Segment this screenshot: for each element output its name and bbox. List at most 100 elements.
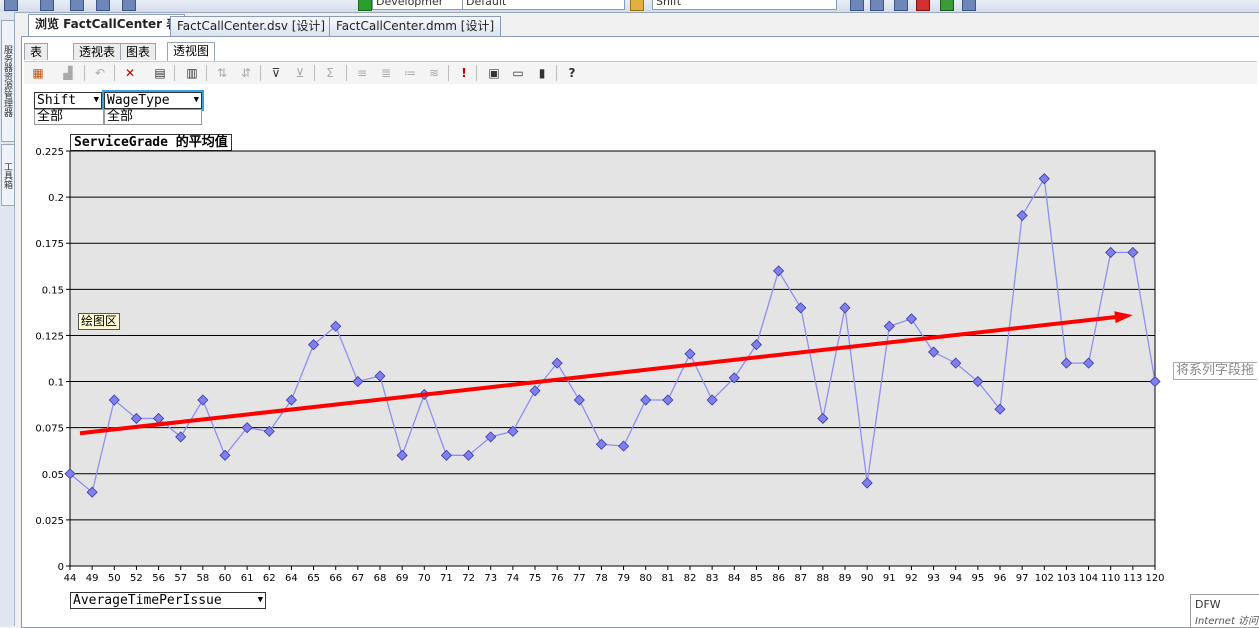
refresh-icon[interactable]	[940, 0, 954, 11]
platform-combo[interactable]: Default	[462, 0, 625, 10]
x-tick-label: 57	[174, 573, 187, 584]
main-toolbar: Developmer Default Shift	[0, 0, 1259, 13]
sort-ascending-icon[interactable]: ⇅	[214, 65, 230, 81]
layout-icon[interactable]	[962, 0, 976, 11]
collapse-icon[interactable]: ≋	[426, 65, 442, 81]
open-icon[interactable]	[70, 0, 84, 11]
connection-popup: DFW Internet 访问	[1190, 594, 1259, 628]
x-tick-label: 71	[440, 573, 453, 584]
cut-icon[interactable]	[122, 0, 136, 11]
x-tick-label: 103	[1057, 573, 1076, 584]
save-icon[interactable]	[4, 0, 18, 11]
legend-icon[interactable]: ▭	[510, 65, 526, 81]
y-tick-label: 0.075	[35, 424, 64, 435]
x-tick-label: 86	[772, 573, 785, 584]
y-tick-label: 0	[58, 562, 64, 573]
x-tick-label: 72	[462, 573, 475, 584]
x-tick-label: 76	[551, 573, 564, 584]
view-tab-table[interactable]: 表	[24, 43, 49, 60]
plot-area-label: 绘图区	[78, 313, 121, 330]
x-tick-label: 83	[706, 573, 719, 584]
find-combo[interactable]: Shift	[652, 0, 837, 10]
show-top-icon[interactable]: ⊻	[292, 65, 308, 81]
find-icon[interactable]	[850, 0, 864, 11]
x-tick-label: 81	[661, 573, 674, 584]
properties-icon[interactable]	[870, 0, 884, 11]
save-all-icon[interactable]	[96, 0, 110, 11]
y-tick-label: 0.1	[48, 378, 64, 389]
doc-tab-dsv[interactable]: FactCallCenter.dsv [设计]	[170, 16, 333, 36]
y-tick-label: 0.125	[35, 331, 64, 342]
x-tick-label: 95	[971, 573, 984, 584]
toolbox-tab[interactable]: 工具箱	[1, 144, 15, 206]
x-tick-label: 60	[219, 573, 232, 584]
left-sidebar: 服务器资源管理器 工具箱	[0, 12, 15, 626]
category-field-button[interactable]: AverageTimePerIssue ▼	[70, 592, 266, 609]
popup-title: DFW	[1195, 598, 1221, 611]
dropdown-arrow-icon: ▼	[257, 595, 263, 605]
view-tab-pivottable[interactable]: 透视表	[73, 43, 122, 60]
chart-type-icon[interactable]: ▟	[60, 65, 76, 81]
refresh-icon[interactable]: !	[456, 65, 472, 81]
by-row-column-icon[interactable]: ▮	[534, 65, 550, 81]
delete-icon[interactable]: ✕	[122, 65, 138, 81]
chart-wizard-icon[interactable]: ▦	[30, 65, 46, 81]
undo-icon[interactable]: ↶	[92, 65, 108, 81]
help-icon[interactable]: ?	[564, 65, 580, 81]
x-tick-label: 61	[241, 573, 254, 584]
field-list-icon[interactable]: ▥	[184, 65, 200, 81]
x-tick-label: 50	[108, 573, 121, 584]
autocalc-icon[interactable]: Σ	[322, 65, 338, 81]
y-tick-label: 0.05	[42, 470, 64, 481]
x-tick-label: 93	[927, 573, 940, 584]
y-tick-label: 0.175	[35, 239, 64, 250]
new-item-icon[interactable]	[40, 0, 54, 11]
x-tick-label: 120	[1145, 573, 1164, 584]
sort-descending-icon[interactable]: ⇵	[238, 65, 254, 81]
popup-subtitle: Internet 访问	[1195, 616, 1259, 627]
close-icon[interactable]	[916, 0, 930, 11]
x-tick-label: 67	[351, 573, 364, 584]
config-combo[interactable]: Developmer	[372, 0, 463, 10]
x-tick-label: 110	[1101, 573, 1120, 584]
x-tick-label: 104	[1079, 573, 1098, 584]
x-tick-label: 66	[329, 573, 342, 584]
x-tick-label: 97	[1016, 573, 1029, 584]
x-tick-label: 85	[750, 573, 763, 584]
x-tick-label: 74	[506, 573, 519, 584]
x-tick-label: 87	[794, 573, 807, 584]
start-debug-icon[interactable]	[358, 0, 372, 11]
x-tick-label: 68	[374, 573, 387, 584]
x-tick-label: 62	[263, 573, 276, 584]
y-tick-label: 0.15	[42, 285, 64, 296]
subtotal-icon[interactable]: ≡	[354, 65, 370, 81]
view-tab-chart[interactable]: 图表	[120, 43, 157, 60]
y-tick-label: 0.2	[48, 193, 64, 204]
x-tick-label: 64	[285, 573, 298, 584]
x-tick-label: 78	[595, 573, 608, 584]
window-icon[interactable]	[894, 0, 908, 11]
show-as-icon[interactable]: ≔	[402, 65, 418, 81]
x-tick-label: 91	[883, 573, 896, 584]
x-tick-label: 88	[816, 573, 829, 584]
x-tick-label: 73	[484, 573, 497, 584]
export-icon[interactable]: ▣	[486, 65, 502, 81]
x-tick-label: 56	[152, 573, 165, 584]
calculated-total-icon[interactable]: ≣	[378, 65, 394, 81]
doc-tab-browse[interactable]: 浏览 FactCallCenter 表	[28, 14, 186, 36]
autofilter-icon[interactable]: ⊽	[268, 65, 284, 81]
folder-icon[interactable]	[630, 0, 644, 11]
pivot-toolbar: ▦ ▟ ↶ ✕ ▤ ▥ ⇅ ⇵ ⊽ ⊻ Σ ≡ ≣ ≔ ≋ ! ▣ ▭ ▮ ?	[24, 61, 1257, 85]
x-tick-label: 65	[307, 573, 320, 584]
server-explorer-tab[interactable]: 服务器资源管理器	[1, 20, 15, 142]
x-tick-label: 92	[905, 573, 918, 584]
x-tick-label: 84	[728, 573, 741, 584]
y-tick-label: 0.025	[35, 516, 64, 527]
x-tick-label: 96	[994, 573, 1007, 584]
x-tick-label: 82	[684, 573, 697, 584]
x-tick-label: 80	[639, 573, 652, 584]
series-drop-zone[interactable]: 将系列字段拖	[1173, 362, 1257, 380]
doc-tab-dmm[interactable]: FactCallCenter.dmm [设计]	[329, 16, 502, 36]
view-tab-pivotchart[interactable]: 透视图	[167, 42, 216, 61]
properties-icon[interactable]: ▤	[152, 65, 168, 81]
